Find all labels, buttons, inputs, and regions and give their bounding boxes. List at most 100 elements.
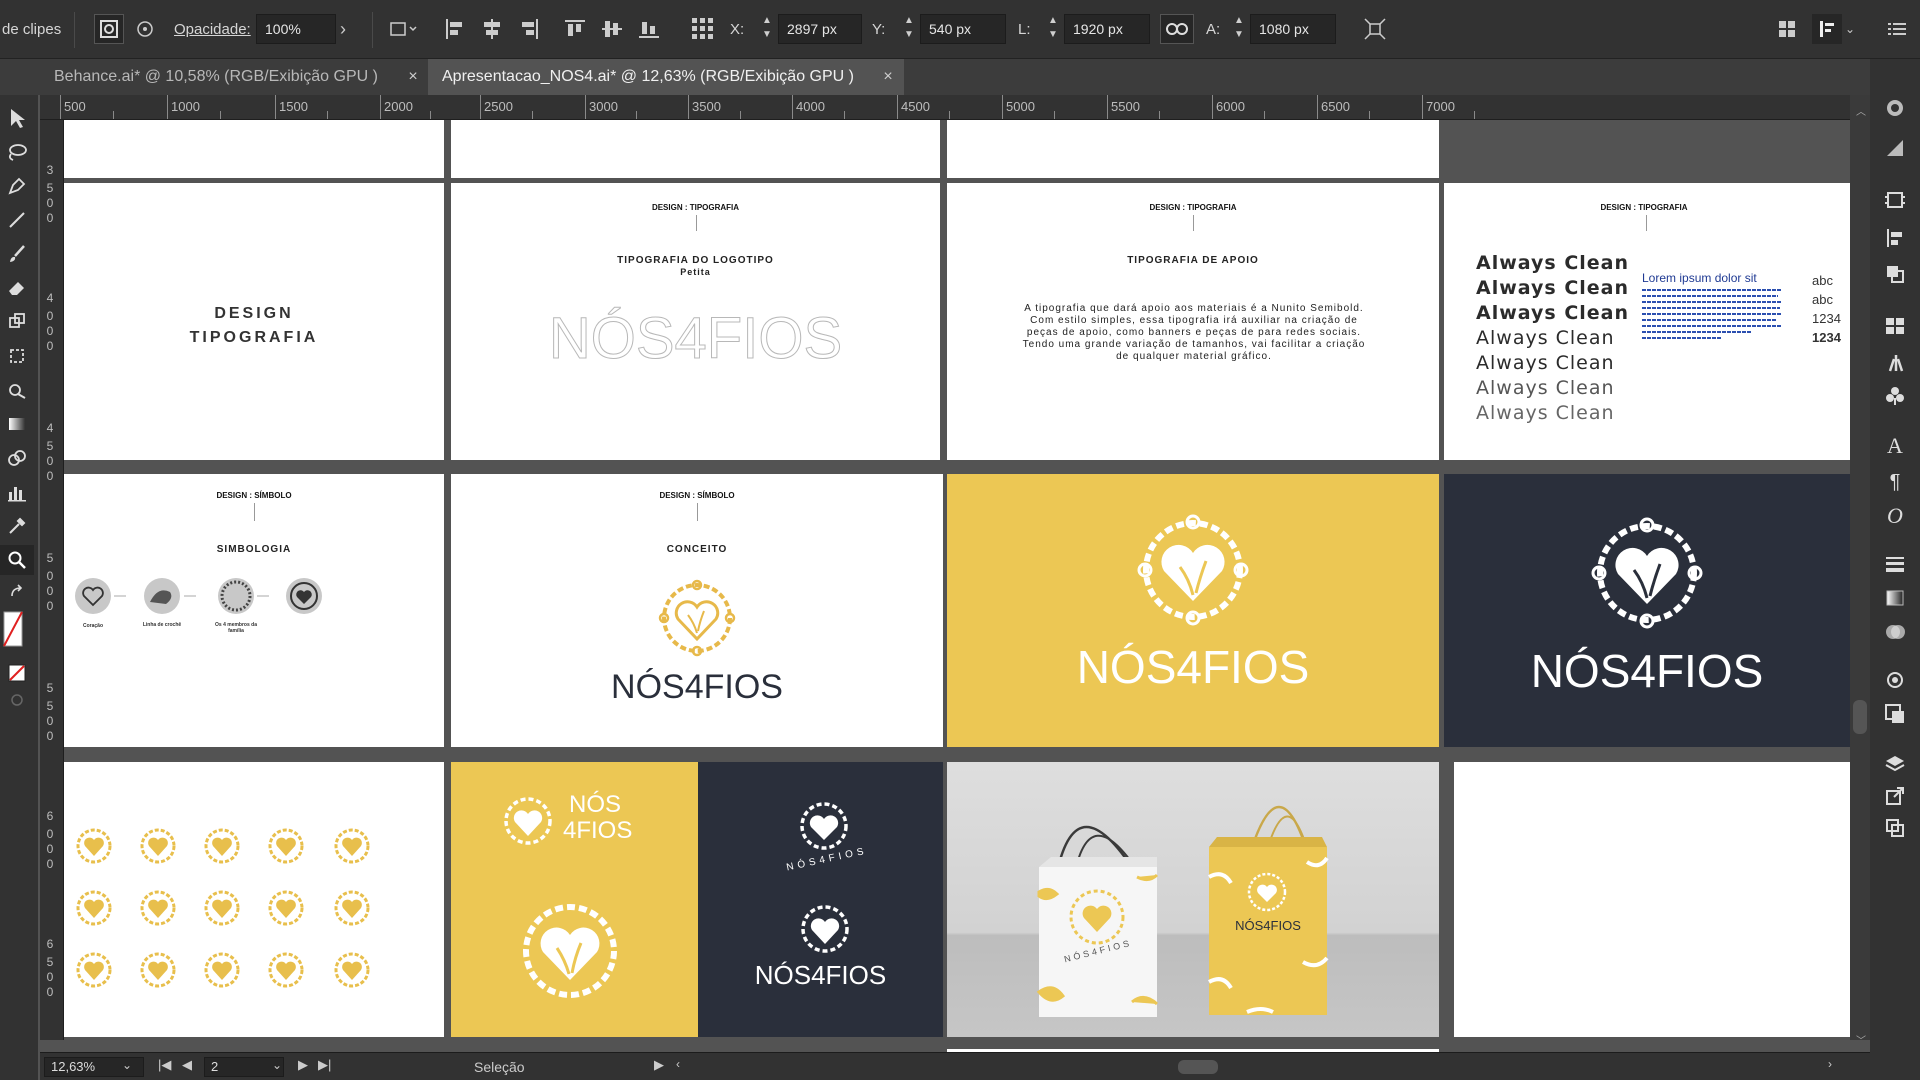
recolor-artwork-icon[interactable] xyxy=(94,14,124,44)
x-field[interactable]: 2897 px xyxy=(778,14,862,44)
artboards-icon[interactable] xyxy=(1878,185,1912,215)
artboard-empty[interactable] xyxy=(1454,762,1850,1037)
none-color-icon[interactable] xyxy=(0,661,34,685)
paintbrush-tool-icon[interactable] xyxy=(0,239,34,269)
layers-icon[interactable] xyxy=(1878,749,1912,779)
align-center-v-icon[interactable] xyxy=(597,14,627,44)
align-left-icon[interactable] xyxy=(440,14,470,44)
scroll-down-icon[interactable]: ﹀ xyxy=(1856,1032,1866,1047)
first-artboard-icon[interactable]: |◀ xyxy=(158,1057,171,1073)
scroll-right-icon[interactable]: › xyxy=(1828,1057,1832,1071)
artboard-logo-variations[interactable]: NÓS 4FIOS NÓS4FIOS NÓS4FIOS xyxy=(451,762,943,1037)
artboard-options-icon[interactable] xyxy=(385,14,421,44)
opacity-field[interactable]: 100% xyxy=(256,14,336,44)
appearance-icon[interactable] xyxy=(130,14,160,44)
artboard-typography-cover[interactable]: DESIGN TIPOGRAFIA xyxy=(64,183,444,460)
x-stepper[interactable]: ▲ ▼ xyxy=(758,14,776,44)
artboard-bag-mockup[interactable]: NÓS4FIOS NÓS4FIOS xyxy=(947,762,1439,1037)
symbols-icon[interactable] xyxy=(1878,381,1912,411)
fill-stroke-icon[interactable] xyxy=(0,607,34,653)
brushes-icon[interactable] xyxy=(1878,347,1912,377)
swatches-icon[interactable] xyxy=(1878,311,1912,341)
line-tool-icon[interactable] xyxy=(0,205,34,235)
align-center-h-icon[interactable] xyxy=(477,14,507,44)
opacity-label[interactable]: Opacidade: xyxy=(174,0,251,59)
transparency-icon[interactable] xyxy=(1878,617,1912,647)
transform-reference-icon[interactable] xyxy=(686,14,720,44)
align-panel-icon[interactable] xyxy=(1878,223,1912,253)
artboard-symbology[interactable]: DESIGN : SÍMBOLO SIMBOLOGIA Coração Linh… xyxy=(64,474,444,747)
align-bottom-icon[interactable] xyxy=(634,14,664,44)
chevron-right-icon[interactable]: › xyxy=(328,14,358,44)
gradient-panel-icon[interactable] xyxy=(1878,583,1912,613)
stroke-icon[interactable] xyxy=(1878,549,1912,579)
free-transform-tool-icon[interactable] xyxy=(0,341,34,371)
next-artboard-icon[interactable]: ▶ xyxy=(298,1057,308,1073)
close-icon[interactable]: × xyxy=(403,59,423,95)
artboard-logo-navy[interactable]: NÓS4FIOS xyxy=(1444,474,1850,747)
graph-tool-icon[interactable] xyxy=(0,477,34,507)
panel-menu-icon[interactable] xyxy=(1882,14,1912,44)
eraser-tool-icon[interactable] xyxy=(0,273,34,303)
eyedropper-tool-icon[interactable] xyxy=(0,511,34,541)
artboard-concept[interactable]: DESIGN : SÍMBOLO CONCEITO NÓS4FIOS xyxy=(451,474,943,747)
tab-apresentacao[interactable]: Apresentacao_NOS4.ai* @ 12,63% (RGB/Exib… xyxy=(428,59,904,95)
recolor-icon[interactable] xyxy=(1878,133,1912,163)
close-icon[interactable]: × xyxy=(878,59,898,95)
swap-colors-icon[interactable] xyxy=(0,581,34,603)
width-stepper[interactable]: ▲ ▼ xyxy=(1044,14,1062,44)
artboard-logo-yellow[interactable]: NÓS4FIOS xyxy=(947,474,1439,747)
tab-behance[interactable]: Behance.ai* @ 10,58% (RGB/Exibição GPU ) xyxy=(36,59,428,95)
artboard[interactable] xyxy=(451,120,940,178)
arrange-documents-icon[interactable] xyxy=(1772,14,1802,44)
horizontal-scroll-thumb[interactable] xyxy=(1178,1060,1218,1074)
scroll-up-icon[interactable]: ︿ xyxy=(1856,103,1866,118)
graphic-styles-icon[interactable] xyxy=(1878,699,1912,729)
artboard-logo-typography[interactable]: DESIGN : TIPOGRAFIA TIPOGRAFIA DO LOGOTI… xyxy=(451,183,940,460)
chevron-down-icon[interactable]: ⌄ xyxy=(272,1058,282,1072)
align-top-icon[interactable] xyxy=(560,14,590,44)
last-artboard-icon[interactable]: ▶| xyxy=(318,1057,331,1073)
ruler-label: 4 xyxy=(46,291,54,305)
artboard[interactable] xyxy=(947,120,1439,178)
artboard-pattern[interactable] xyxy=(64,762,444,1037)
width-field[interactable]: 1920 px xyxy=(1064,14,1150,44)
y-stepper[interactable]: ▲ ▼ xyxy=(900,14,918,44)
workspace-switcher-icon[interactable] xyxy=(1812,14,1842,44)
chevron-down-icon[interactable]: ⌄ xyxy=(1840,14,1860,44)
appearance-panel-icon[interactable] xyxy=(1878,665,1912,695)
export-icon[interactable] xyxy=(1878,781,1912,811)
height-stepper[interactable]: ▲ ▼ xyxy=(1230,14,1248,44)
chevron-down-icon[interactable]: ⌄ xyxy=(122,1058,132,1072)
ruler-label: 0 xyxy=(46,827,54,841)
constrain-proportions-icon[interactable] xyxy=(1160,14,1194,44)
align-right-icon[interactable] xyxy=(514,14,544,44)
y-field[interactable]: 540 px xyxy=(920,14,1006,44)
rotate-tool-icon[interactable] xyxy=(0,307,34,337)
artboard-type-samples[interactable]: DESIGN : TIPOGRAFIA Always Clean Always … xyxy=(1444,183,1850,460)
status-menu-arrow-icon[interactable]: ▶ xyxy=(654,1057,664,1073)
paragraph-icon[interactable]: ¶ xyxy=(1878,467,1912,497)
character-icon[interactable]: A xyxy=(1878,431,1912,461)
selection-tool-icon[interactable] xyxy=(0,103,34,133)
scroll-left-icon[interactable]: ‹ xyxy=(676,1057,680,1071)
vertical-scrollbar[interactable]: ︿ ﹀ xyxy=(1850,95,1870,1047)
pen-tool-icon[interactable] xyxy=(0,171,34,201)
height-field[interactable]: 1080 px xyxy=(1250,14,1336,44)
previous-artboard-icon[interactable]: ◀ xyxy=(182,1057,192,1073)
shape-builder-tool-icon[interactable] xyxy=(0,375,34,405)
gradient-tool-icon[interactable] xyxy=(0,409,34,439)
scroll-thumb[interactable] xyxy=(1853,700,1867,734)
blend-tool-icon[interactable] xyxy=(0,443,34,473)
artboard-support-typography[interactable]: DESIGN : TIPOGRAFIA TIPOGRAFIA DE APOIO … xyxy=(947,183,1439,460)
lasso-tool-icon[interactable] xyxy=(0,137,34,167)
zoom-tool-icon[interactable] xyxy=(0,545,34,575)
ruler-label: 0 xyxy=(46,211,54,225)
artboard[interactable] xyxy=(64,120,444,178)
color-guide-icon[interactable] xyxy=(1878,93,1912,123)
fit-artboard-icon[interactable] xyxy=(1360,14,1390,44)
links-icon[interactable] xyxy=(1878,813,1912,843)
pathfinder-icon[interactable] xyxy=(1878,259,1912,289)
opentype-icon[interactable]: O xyxy=(1878,501,1912,531)
draw-mode-icon[interactable] xyxy=(0,689,34,711)
